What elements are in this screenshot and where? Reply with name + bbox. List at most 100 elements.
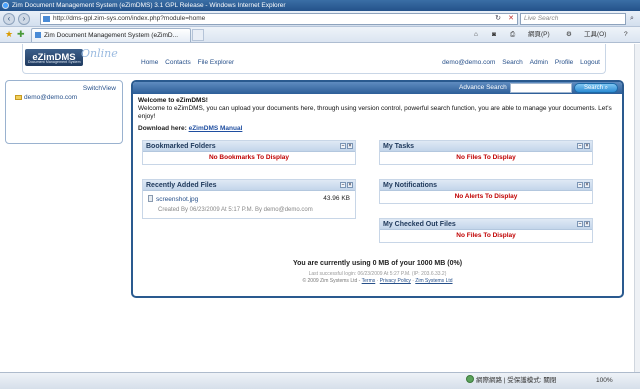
user-nav: demo@demo.com Search Admin Profile Logou… [437,59,600,66]
terms-link[interactable]: Terms [362,278,376,284]
download-label: Download here: [138,125,187,132]
new-tab-button[interactable] [192,29,204,41]
search-input[interactable] [510,83,572,93]
panel-title: My Notifications [383,182,438,189]
panel-title: My Tasks [383,143,414,150]
search-button[interactable]: Search ⌕ [574,83,618,93]
download-line: Download here: eZimDMS Manual [138,125,242,132]
privacy-policy-link[interactable]: Privacy Policy [380,278,411,284]
ezimdms-logo[interactable]: eZimDMS Online Document Management Syste… [25,47,135,69]
advance-search-link[interactable]: Advance Search [459,84,507,91]
last-login-info: Last successful login: 06/23/2009 At 5:2… [308,271,447,277]
globe-icon [466,375,474,383]
minimize-icon[interactable]: – [577,182,583,188]
window-title-bar: Zim Document Management System (eZimDMS)… [0,0,640,11]
user-email-link[interactable]: demo@demo.com [442,59,495,66]
main-nav: Home Contacts File Explorer [141,59,239,66]
switch-view-link[interactable]: SwitchView [83,85,116,92]
security-zone: 網際網路 | 受保護模式: 關閉 [466,373,556,389]
advance-search-bar: Advance Search Search ⌕ [133,82,622,94]
page-menu[interactable]: 網頁(P) [528,29,550,41]
favorites-star-icon[interactable]: ★ [5,29,13,40]
file-name[interactable]: screenshot.jpg [156,196,198,203]
empty-message: No Alerts To Display [454,193,518,200]
stop-icon[interactable]: ✕ [506,13,516,25]
welcome-heading: Welcome to eZimDMS! [138,97,208,104]
tab-page-icon [35,32,41,38]
browser-tab[interactable]: Zim Document Management System (eZimD... [31,28,191,42]
refresh-icon[interactable]: ↻ [493,13,503,25]
help-icon[interactable]: ? [624,29,628,41]
folder-sidebar: SwitchView demo@demo.com [5,80,123,144]
vertical-scrollbar[interactable] [634,44,640,372]
site-header: eZimDMS Online Document Management Syste… [22,44,606,74]
empty-message: No Bookmarks To Display [208,154,290,161]
logo-subtitle: Document Management System [28,60,81,64]
home-icon[interactable]: ⌂ [474,29,478,41]
address-toolbar: ‹ › http://dms-gpl.zim-sys.com/index.php… [0,11,640,27]
live-search-input[interactable]: Live Search [520,13,626,25]
welcome-text: Welcome to eZimDMS! Welcome to eZimDMS, … [138,97,618,121]
minimize-icon[interactable]: – [340,182,346,188]
empty-message: No Files To Display [456,154,516,161]
panel-header: My Tasks – × [380,141,592,152]
status-bar: 網際網路 | 受保護模式: 關閉 100% [0,372,640,389]
panel-title: Bookmarked Folders [146,143,216,150]
empty-message: No Files To Display [456,232,516,239]
safety-icon[interactable]: ⚙ [566,29,572,41]
close-icon[interactable]: × [347,182,353,188]
feeds-icon[interactable]: ◙ [492,29,496,41]
close-icon[interactable]: × [584,143,590,149]
file-meta: Created By 06/23/2009 At 5:17 P.M. By de… [158,207,313,213]
close-icon[interactable]: × [584,221,590,227]
file-row[interactable]: screenshot.jpg 43.96 KB [148,195,350,203]
close-icon[interactable]: × [347,143,353,149]
welcome-body: Welcome to eZimDMS, you can upload your … [138,105,612,120]
folder-label: demo@demo.com [24,94,78,101]
window-title: Zim Document Management System (eZimDMS)… [12,2,286,9]
bookmarked-folders-panel: Bookmarked Folders – × No Bookmarks To Di… [142,140,356,165]
copyright-text: © 2009 Zim Systems Ltd - [302,278,361,284]
page-icon [43,16,50,22]
search-icon[interactable]: ⌕ [627,13,637,25]
nav-file-explorer[interactable]: File Explorer [198,59,234,66]
minimize-icon[interactable]: – [577,221,583,227]
manual-download-link[interactable]: eZimDMS Manual [189,125,243,132]
file-icon [148,195,153,202]
panel-header: Recently Added Files – × [143,180,355,191]
back-button[interactable]: ‹ [3,13,15,25]
forward-button[interactable]: › [18,13,30,25]
address-url: http://dms-gpl.zim-sys.com/index.php?mod… [53,15,206,22]
recently-added-files-panel: Recently Added Files – × screenshot.jpg 4… [142,179,356,219]
nav-contacts[interactable]: Contacts [165,59,191,66]
panel-title: My Checked Out Files [383,221,456,228]
folder-icon [15,95,22,100]
panel-header: Bookmarked Folders – × [143,141,355,152]
minimize-icon[interactable]: – [340,143,346,149]
nav-admin[interactable]: Admin [530,59,548,66]
nav-search[interactable]: Search [502,59,523,66]
nav-logout[interactable]: Logout [580,59,600,66]
close-icon[interactable]: × [584,182,590,188]
file-size: 43.96 KB [323,195,350,202]
address-bar[interactable]: http://dms-gpl.zim-sys.com/index.php?mod… [40,13,518,25]
internet-explorer-icon [2,2,9,9]
page-viewport: eZimDMS Online Document Management Syste… [0,44,634,372]
zoom-level[interactable]: 100% [596,373,613,389]
logo-script: Online [81,47,118,60]
nav-home[interactable]: Home [141,59,158,66]
my-notifications-panel: My Notifications – × No Alerts To Display [379,179,593,204]
tab-label: Zim Document Management System (eZimD... [44,32,179,39]
copyright-line: © 2009 Zim Systems Ltd - Terms · Privacy… [302,278,453,284]
print-icon[interactable]: ⎙ [510,29,515,41]
tools-menu[interactable]: 工具(O) [584,29,606,41]
panel-header: My Checked Out Files – × [380,219,592,230]
nav-profile[interactable]: Profile [555,59,573,66]
folder-item[interactable]: demo@demo.com [15,94,77,101]
minimize-icon[interactable]: – [577,143,583,149]
add-favorites-icon[interactable]: ✚ [17,29,25,40]
storage-usage: You are currently using 0 MB of your 100… [292,260,463,267]
my-tasks-panel: My Tasks – × No Files To Display [379,140,593,165]
zim-systems-link[interactable]: Zim Systems Ltd [415,278,452,284]
favorites-toolbar: ★ ✚ Zim Document Management System (eZim… [0,27,640,43]
